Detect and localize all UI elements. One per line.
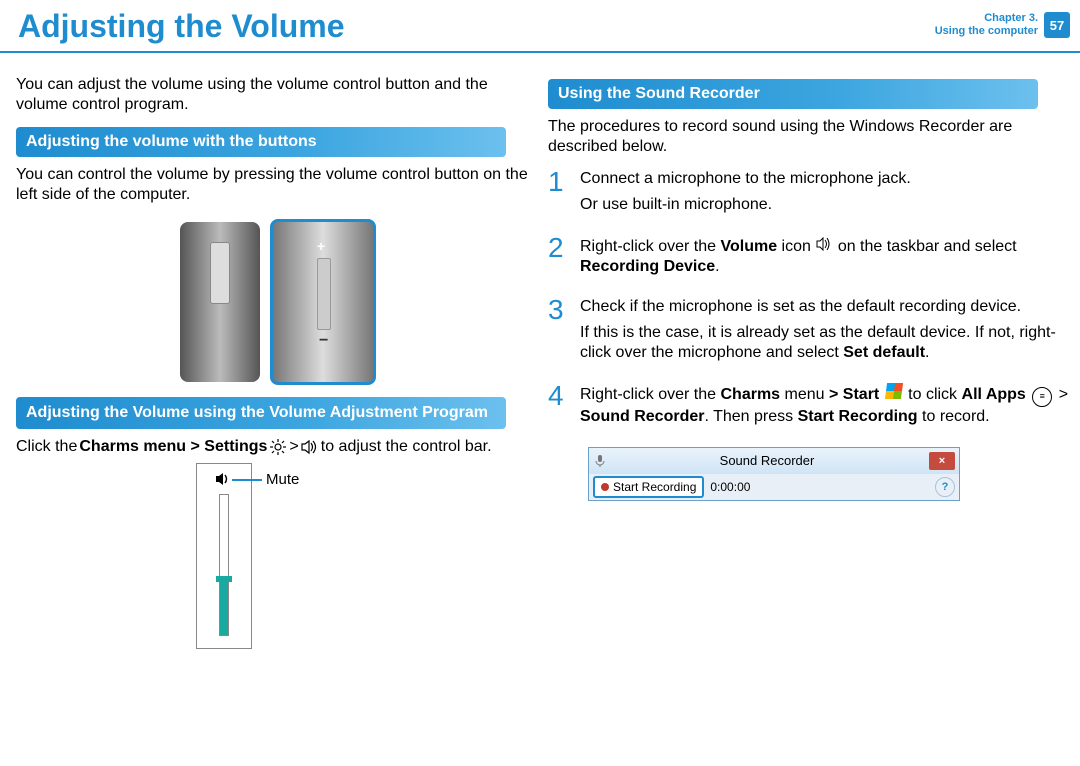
right-column: Using the Sound Recorder The procedures … xyxy=(548,69,1080,649)
recording-time: 0:00:00 xyxy=(710,480,750,494)
recorder-intro: The procedures to record sound using the… xyxy=(548,117,1072,157)
windows-logo-icon xyxy=(885,383,903,399)
step-2: 2 Right-click over the Volume icon on th… xyxy=(548,235,1072,283)
charms-suffix: to adjust the control bar. xyxy=(321,437,492,457)
step3-line1: Check if the microphone is set as the de… xyxy=(580,297,1072,317)
charms-sep: > xyxy=(289,437,298,457)
step-1: 1 Connect a microphone to the microphone… xyxy=(548,169,1072,221)
plus-icon: + xyxy=(317,238,325,254)
chapter-block: Chapter 3. Using the computer 57 xyxy=(935,6,1078,38)
volume-slider-figure: Mute xyxy=(196,463,326,649)
page-title: Adjusting the Volume xyxy=(4,6,345,51)
step1-line1: Connect a microphone to the microphone j… xyxy=(580,169,911,189)
step-number: 1 xyxy=(548,169,570,221)
speaker-slider-icon xyxy=(215,472,233,486)
intro-text: You can adjust the volume using the volu… xyxy=(16,75,540,115)
all-apps-icon: ≡ xyxy=(1032,387,1052,407)
step-number: 2 xyxy=(548,235,570,283)
section-header-recorder: Using the Sound Recorder xyxy=(548,79,1038,109)
chapter-line2: Using the computer xyxy=(935,25,1038,37)
volume-button-zoom: + − xyxy=(270,219,376,385)
step1-line2: Or use built-in microphone. xyxy=(580,195,911,215)
header-bar: Adjusting the Volume Chapter 3. Using th… xyxy=(0,0,1080,53)
left-column: You can adjust the volume using the volu… xyxy=(16,69,548,649)
microphone-icon xyxy=(595,454,605,468)
volume-taskbar-icon xyxy=(815,235,833,253)
sound-recorder-window: Sound Recorder × Start Recording 0:00:00… xyxy=(588,447,960,501)
device-side-view xyxy=(180,222,260,382)
mute-callout: Mute xyxy=(232,471,299,488)
chapter-line1: Chapter 3. xyxy=(984,12,1038,24)
charms-path: Charms menu > Settings xyxy=(79,437,267,457)
titlebar: Sound Recorder × xyxy=(589,448,959,474)
step2-text: Right-click over the Volume icon on the … xyxy=(580,235,1072,277)
speaker-icon xyxy=(301,438,319,456)
step-number: 3 xyxy=(548,297,570,369)
mute-label: Mute xyxy=(266,471,299,488)
record-dot-icon xyxy=(601,483,609,491)
step-3: 3 Check if the microphone is set as the … xyxy=(548,297,1072,369)
charms-prefix: Click the xyxy=(16,437,77,457)
settings-gear-icon xyxy=(269,438,287,456)
start-recording-button[interactable]: Start Recording xyxy=(593,476,704,498)
step-4: 4 Right-click over the Charms menu > Sta… xyxy=(548,383,1072,433)
help-button[interactable]: ? xyxy=(935,477,955,497)
minus-icon: − xyxy=(319,332,328,350)
charms-instruction: Click the Charms menu > Settings > to ad… xyxy=(16,437,540,457)
step-number: 4 xyxy=(548,383,570,433)
volume-slider xyxy=(196,463,252,649)
section-header-program: Adjusting the Volume using the Volume Ad… xyxy=(16,397,506,429)
chapter-text: Chapter 3. Using the computer xyxy=(935,12,1038,38)
close-button[interactable]: × xyxy=(929,452,955,470)
device-illustration: + − xyxy=(128,217,428,387)
page-number: 57 xyxy=(1044,12,1070,38)
record-button-label: Start Recording xyxy=(613,480,696,494)
section1-body: You can control the volume by pressing t… xyxy=(16,165,540,205)
step3-line2: If this is the case, it is already set a… xyxy=(580,323,1072,363)
step4-text: Right-click over the Charms menu > Start… xyxy=(580,383,1072,427)
window-title: Sound Recorder xyxy=(605,453,929,468)
section-header-buttons: Adjusting the volume with the buttons xyxy=(16,127,506,157)
